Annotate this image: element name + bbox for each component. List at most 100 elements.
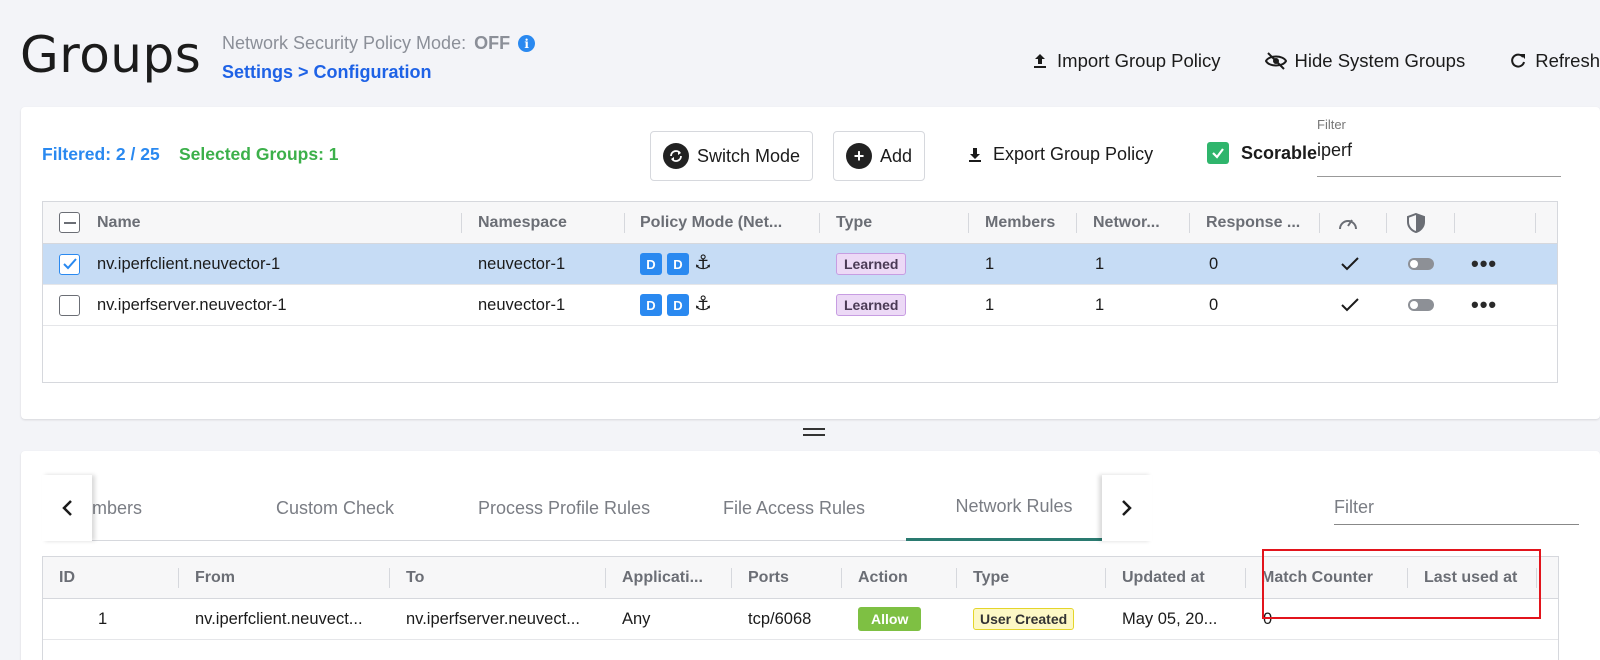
switch-mode-label: Switch Mode bbox=[697, 145, 801, 166]
groups-filter: Filter bbox=[1317, 117, 1561, 177]
type-badge: Learned bbox=[836, 294, 907, 316]
rules-filter-input[interactable] bbox=[1334, 497, 1579, 518]
column-id[interactable]: ID bbox=[59, 557, 75, 598]
group-name: nv.iperfserver.neuvector-1 bbox=[97, 295, 287, 314]
rules-table-header: ID From To Applicati... Ports Action Typ… bbox=[43, 557, 1558, 599]
panel-resize-handle[interactable] bbox=[803, 428, 825, 440]
policy-mode-status: Network Security Policy Mode: OFF i bbox=[222, 33, 536, 54]
rule-application: Any bbox=[622, 609, 651, 628]
chevron-right-icon[interactable] bbox=[1102, 475, 1152, 541]
row-checkbox[interactable] bbox=[59, 294, 80, 316]
column-policy-mode[interactable]: Policy Mode (Net... bbox=[640, 202, 782, 243]
toggle-switch[interactable] bbox=[1408, 299, 1434, 311]
table-row[interactable]: 1 nv.iperfclient.neuvect... nv.iperfserv… bbox=[43, 599, 1558, 640]
refresh-button[interactable]: Refresh bbox=[1509, 50, 1600, 72]
column-namespace[interactable]: Namespace bbox=[478, 202, 567, 243]
import-group-policy-label: Import Group Policy bbox=[1057, 50, 1221, 71]
more-actions-icon[interactable]: ••• bbox=[1471, 253, 1497, 275]
table-row[interactable]: nv.iperfserver.neuvector-1 neuvector-1 D… bbox=[43, 285, 1557, 326]
group-name: nv.iperfclient.neuvector-1 bbox=[97, 254, 281, 273]
tab-process-profile-rules[interactable]: Process Profile Rules bbox=[478, 475, 650, 541]
checkmark-icon bbox=[1207, 142, 1229, 164]
column-response[interactable]: Response ... bbox=[1206, 202, 1300, 243]
column-application[interactable]: Applicati... bbox=[622, 557, 703, 598]
column-members[interactable]: Members bbox=[985, 202, 1055, 243]
switch-mode-icon bbox=[663, 143, 689, 169]
upload-icon bbox=[1034, 54, 1047, 68]
policy-mode-badges: D D ⚓ bbox=[640, 244, 712, 284]
groups-table: Name Namespace Policy Mode (Net... Type … bbox=[42, 201, 1558, 383]
select-all-checkbox[interactable] bbox=[59, 212, 80, 233]
check-icon bbox=[1341, 244, 1359, 284]
group-namespace: neuvector-1 bbox=[478, 295, 566, 314]
hide-system-groups-button[interactable]: Hide System Groups bbox=[1264, 50, 1466, 72]
anchor-icon: ⚓ bbox=[694, 292, 712, 315]
column-name[interactable]: Name bbox=[97, 202, 141, 243]
policy-mode-badge: D bbox=[667, 294, 689, 316]
table-row[interactable]: nv.iperfclient.neuvector-1 neuvector-1 D… bbox=[43, 244, 1557, 285]
rules-filter bbox=[1334, 497, 1579, 525]
group-members: 1 bbox=[985, 254, 995, 273]
tab-custom-check[interactable]: Custom Check bbox=[276, 475, 394, 541]
filter-label: Filter bbox=[1317, 117, 1346, 132]
shield-icon bbox=[1407, 202, 1425, 243]
eye-off-icon bbox=[1264, 52, 1287, 70]
column-network[interactable]: Networ... bbox=[1093, 202, 1160, 243]
header-actions: Import Group Policy Hide System Groups R… bbox=[1031, 50, 1600, 72]
rule-type-badge: User Created bbox=[973, 608, 1075, 630]
policy-mode-badge: D bbox=[667, 253, 689, 275]
tab-members[interactable]: mbers bbox=[92, 475, 142, 541]
groups-panel: Filtered: 2 / 25 Selected Groups: 1 Swit… bbox=[21, 107, 1600, 419]
export-group-policy-button[interactable]: Export Group Policy bbox=[966, 144, 1153, 165]
tab-network-rules[interactable]: Network Rules bbox=[906, 475, 1122, 541]
column-type[interactable]: Type bbox=[973, 557, 1009, 598]
network-rules-table: ID From To Applicati... Ports Action Typ… bbox=[42, 556, 1559, 660]
policy-mode-badge: D bbox=[640, 253, 662, 275]
toggle-switch[interactable] bbox=[1408, 258, 1434, 270]
plus-icon: + bbox=[846, 143, 872, 169]
column-to[interactable]: To bbox=[406, 557, 424, 598]
hide-system-groups-label: Hide System Groups bbox=[1294, 50, 1466, 71]
column-type[interactable]: Type bbox=[836, 202, 872, 243]
details-tab-bar: mbers Custom Check Process Profile Rules… bbox=[42, 475, 1152, 541]
rule-match-counter: 0 bbox=[1263, 609, 1273, 628]
scorable-checkbox[interactable]: Scorable bbox=[1207, 142, 1317, 164]
policy-mode-badge: D bbox=[640, 294, 662, 316]
more-actions-icon[interactable]: ••• bbox=[1471, 294, 1497, 316]
selected-groups-count: Selected Groups: 1 bbox=[179, 144, 339, 164]
rule-id: 1 bbox=[98, 609, 108, 628]
scorable-label: Scorable bbox=[1241, 142, 1318, 163]
column-ports[interactable]: Ports bbox=[748, 557, 789, 598]
add-button[interactable]: + Add bbox=[833, 131, 926, 181]
filtered-count: Filtered: 2 / 25 bbox=[42, 144, 160, 164]
refresh-label: Refresh bbox=[1535, 50, 1600, 71]
page-title: Groups bbox=[20, 26, 202, 84]
column-match-counter[interactable]: Match Counter bbox=[1261, 557, 1373, 598]
group-details-panel: mbers Custom Check Process Profile Rules… bbox=[21, 451, 1600, 660]
groups-table-header: Name Namespace Policy Mode (Net... Type … bbox=[43, 202, 1557, 244]
policy-mode-label: Network Security Policy Mode: bbox=[222, 33, 467, 53]
anchor-icon: ⚓ bbox=[694, 251, 712, 274]
chevron-left-icon[interactable] bbox=[42, 475, 92, 541]
policy-mode-badges: D D ⚓ bbox=[640, 285, 712, 325]
export-group-policy-label: Export Group Policy bbox=[993, 144, 1154, 164]
import-group-policy-button[interactable]: Import Group Policy bbox=[1031, 50, 1221, 72]
row-checkbox[interactable] bbox=[59, 253, 80, 275]
rule-ports: tcp/6068 bbox=[748, 609, 812, 628]
rule-from: nv.iperfclient.neuvect... bbox=[195, 609, 363, 628]
breadcrumb-link[interactable]: Settings > Configuration bbox=[222, 62, 432, 83]
group-members: 1 bbox=[985, 295, 995, 314]
group-network: 1 bbox=[1095, 254, 1105, 273]
action-badge: Allow bbox=[858, 607, 922, 631]
column-updated-at[interactable]: Updated at bbox=[1122, 557, 1205, 598]
column-last-used-at[interactable]: Last used at bbox=[1424, 557, 1517, 598]
info-icon[interactable]: i bbox=[518, 35, 536, 52]
group-namespace: neuvector-1 bbox=[478, 254, 566, 273]
policy-mode-value: OFF bbox=[474, 33, 511, 53]
tab-file-access-rules[interactable]: File Access Rules bbox=[723, 475, 865, 541]
column-action[interactable]: Action bbox=[858, 557, 908, 598]
rule-to: nv.iperfserver.neuvect... bbox=[406, 609, 580, 628]
groups-filter-input[interactable] bbox=[1317, 140, 1561, 161]
column-from[interactable]: From bbox=[195, 557, 235, 598]
switch-mode-button[interactable]: Switch Mode bbox=[650, 131, 814, 181]
